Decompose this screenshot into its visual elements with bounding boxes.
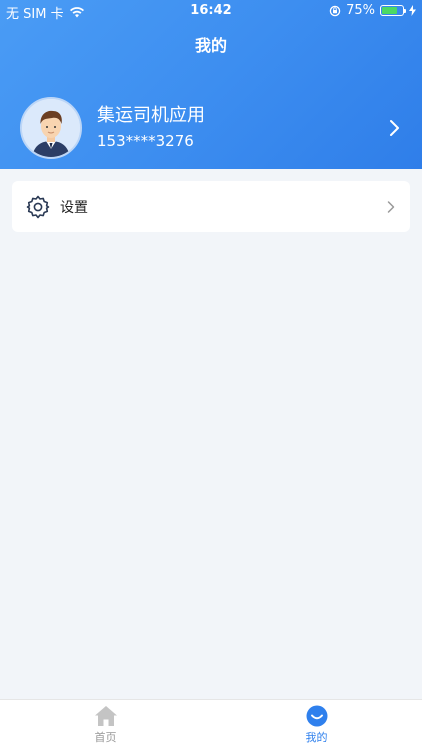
- tab-bar: 首页 我的: [0, 699, 422, 750]
- smile-icon: [306, 705, 327, 727]
- avatar: [20, 97, 82, 159]
- profile-name: 集运司机应用: [97, 105, 205, 126]
- orientation-lock-icon: [329, 5, 341, 16]
- screen: 无 SIM 卡 16:42 75% 我的 集运司机应用 153****3276 …: [0, 0, 422, 750]
- battery-fill: [382, 7, 397, 14]
- profile-phone: 153****3276: [97, 132, 194, 150]
- tab-mine-label: 我的: [305, 731, 328, 744]
- status-right: 75%: [329, 3, 416, 18]
- home-icon: [94, 706, 117, 726]
- profile-row[interactable]: 集运司机应用 153****3276: [20, 97, 402, 159]
- status-bar: 无 SIM 卡 16:42 75%: [0, 0, 422, 22]
- tab-home[interactable]: 首页: [0, 700, 211, 750]
- charging-icon: [409, 5, 416, 16]
- profile-text: 集运司机应用 153****3276: [97, 104, 388, 152]
- chevron-right-icon[interactable]: [388, 118, 402, 138]
- battery-percent: 75%: [346, 3, 375, 18]
- profile-header: 无 SIM 卡 16:42 75% 我的 集运司机应用 153****3276: [0, 0, 422, 169]
- battery-icon: [380, 5, 406, 16]
- chevron-right-icon: [387, 200, 395, 213]
- gear-icon: [26, 195, 50, 218]
- settings-menu-item[interactable]: 设置: [12, 181, 410, 232]
- user-avatar-icon: [22, 99, 80, 157]
- tab-home-label: 首页: [94, 731, 117, 744]
- settings-label: 设置: [60, 199, 88, 216]
- tab-mine[interactable]: 我的: [211, 700, 422, 750]
- page-title: 我的: [194, 36, 227, 55]
